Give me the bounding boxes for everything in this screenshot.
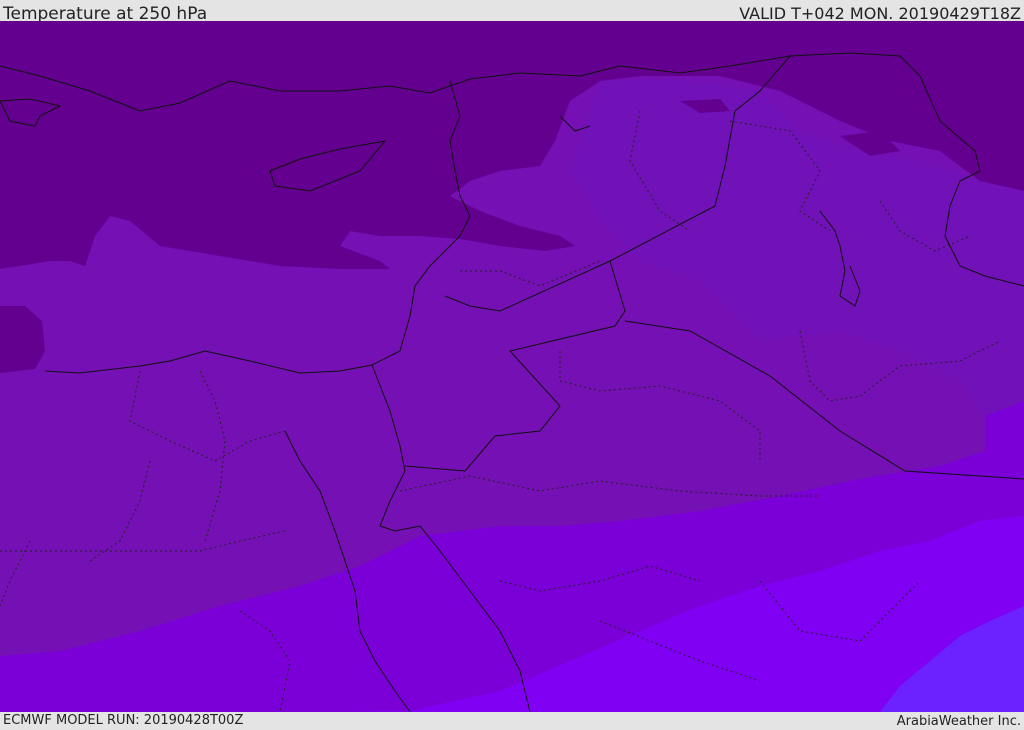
credit-text: ArabiaWeather Inc. [896, 714, 1021, 729]
footer-bar: ECMWF MODEL RUN: 20190428T00Z ArabiaWeat… [0, 712, 1024, 729]
map-canvas [0, 21, 1024, 712]
model-run: ECMWF MODEL RUN: 20190428T00Z [3, 713, 244, 728]
header-bar: Temperature at 250 hPa VALID T+042 MON. … [0, 0, 1024, 24]
weather-map[interactable] [0, 21, 1024, 712]
